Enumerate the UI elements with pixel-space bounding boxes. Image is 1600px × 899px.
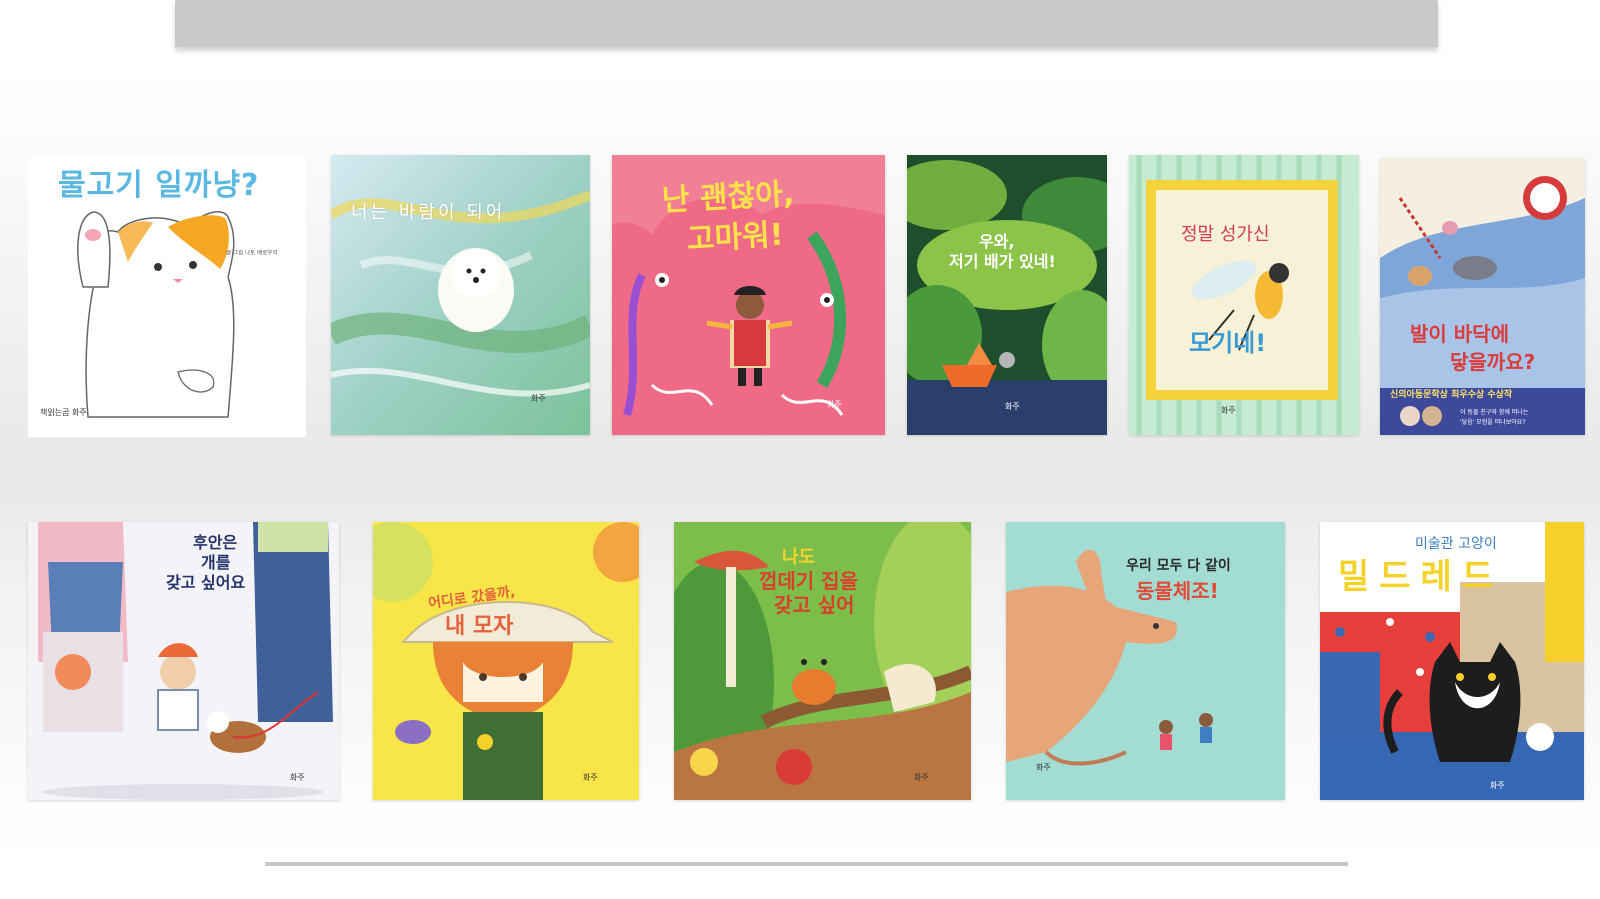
book-title-line1: 후안은 — [193, 533, 238, 552]
book-author: 글·그림 나토 배로우리 — [226, 249, 278, 257]
book-cover-5[interactable]: 정말 성가신 모기네! 화주 — [1129, 155, 1359, 435]
book-note-line2: '닿음' 모험을 떠나보아요? — [1460, 419, 1526, 426]
book-cover-7[interactable]: 후안은 개를 갖고 싶어요 화주 — [28, 522, 339, 800]
book-title-line2: 저기 배가 있네! — [949, 252, 1056, 271]
book-cover-8[interactable]: 어디로 갔을까, 내 모자 화주 — [373, 522, 639, 800]
bottom-divider — [265, 862, 1348, 866]
leaves-boat-illustration — [907, 155, 1107, 435]
boy-dog-illustration — [28, 522, 339, 800]
book-publisher: 화주 — [583, 773, 598, 782]
book-publisher: 책읽는곰 화주 — [40, 408, 87, 417]
book-note-line1: 이 동물 친구와 함께 떠나는 — [1460, 409, 1529, 416]
book-title-line2: 껍데기 집을 — [759, 569, 858, 593]
book-title-line2: 동물체조! — [1136, 579, 1219, 603]
book-title-line2: 고마워! — [686, 217, 785, 258]
book-title-line2: 모기네! — [1189, 329, 1267, 357]
fox-hat-illustration — [373, 522, 639, 800]
book-title-line2: 내 모자 — [445, 614, 514, 639]
book-title: 밀드레드 — [1338, 557, 1504, 597]
wind-dog-illustration — [331, 155, 590, 435]
book-publisher: 화주 — [1036, 763, 1051, 772]
book-publisher: 화주 — [1005, 402, 1020, 411]
book-publisher: 화주 — [531, 394, 546, 403]
mosquito-frame-illustration — [1129, 155, 1359, 435]
book-title: 물고기 일까냥? — [58, 168, 260, 203]
book-cover-10[interactable]: 우리 모두 다 같이 동물체조! 화주 — [1006, 522, 1285, 800]
book-publisher: 화주 — [290, 773, 305, 782]
book-title-line1: 발이 바닥에 — [1410, 322, 1509, 346]
snail-shell-illustration — [674, 522, 971, 800]
book-title-line1: 난 괜찮아, — [661, 176, 796, 219]
book-title-line1: 우리 모두 다 같이 — [1126, 558, 1231, 574]
book-title-line2: 닿을까요? — [1450, 350, 1536, 374]
book-publisher: 화주 — [1490, 781, 1505, 790]
book-cover-3[interactable]: 난 괜찮아, 고마워! 화주 — [612, 155, 885, 435]
book-publisher: 화주 — [914, 773, 929, 782]
book-title-line1: 정말 성가신 — [1181, 224, 1270, 245]
book-cover-2[interactable]: 너는 바람이 되어 화주 — [331, 155, 590, 435]
book-cover-6[interactable]: 발이 바닥에 닿을까요? 신의아동문학상 최우수상 수상작 이 동물 친구와 함… — [1380, 158, 1585, 435]
book-title-line1: 나도 — [782, 547, 816, 568]
book-cover-9[interactable]: 나도 껍데기 집을 갖고 싶어 화주 — [674, 522, 971, 800]
book-publisher: 화주 — [827, 400, 842, 409]
book-title: 너는 바람이 되어 — [351, 202, 506, 223]
book-title-line3: 갖고 싶어 — [774, 593, 855, 617]
book-cover-11[interactable]: 미술관 고양이 밀드레드 화주 — [1320, 522, 1584, 800]
book-title-line1: 우와, — [979, 232, 1015, 251]
book-title-line3: 갖고 싶어요 — [166, 573, 246, 592]
book-publisher: 화주 — [1221, 406, 1236, 415]
book-cover-1[interactable]: 물고기 일까냥? 글·그림 나토 배로우리 책읽는곰 화주 — [28, 157, 306, 437]
book-subtitle: 미술관 고양이 — [1415, 536, 1497, 552]
top-banner-bar — [175, 0, 1438, 47]
book-cover-4[interactable]: 우와, 저기 배가 있네! 화주 — [907, 155, 1107, 435]
book-award: 신의아동문학상 최우수상 수상작 — [1390, 390, 1513, 400]
book-title-line2: 개를 — [201, 553, 231, 572]
